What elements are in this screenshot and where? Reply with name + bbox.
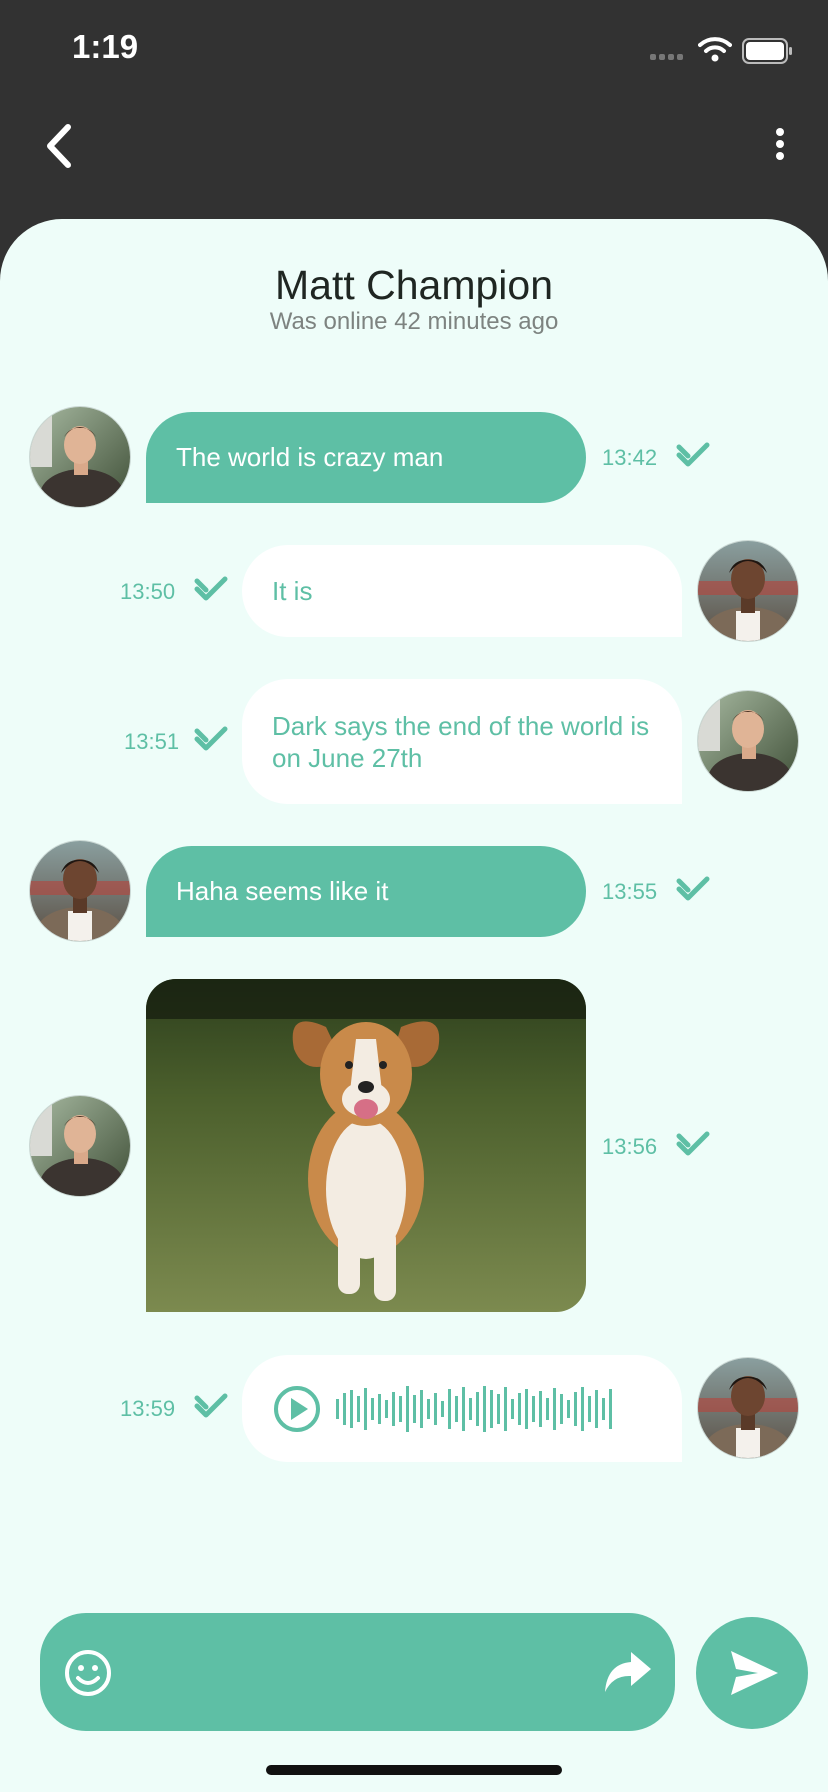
message-time: 13:56 <box>602 1134 658 1159</box>
voice-message-bubble[interactable] <box>242 1355 682 1462</box>
battery-icon <box>742 38 792 64</box>
home-indicator <box>266 1765 562 1775</box>
double-check-icon <box>194 1393 228 1418</box>
double-check-icon <box>194 726 228 751</box>
message-bubble[interactable]: Dark says the end of the world is on Jun… <box>242 679 682 804</box>
chevron-left-icon <box>47 124 71 168</box>
message-time: 13:42 <box>602 445 658 470</box>
double-check-icon <box>676 1131 710 1156</box>
message-bubble[interactable]: It is <box>242 545 682 637</box>
avatar-matt[interactable] <box>698 691 798 791</box>
wifi-icon <box>698 37 732 62</box>
more-options-button[interactable] <box>762 120 798 176</box>
message-bubble[interactable]: The world is crazy man <box>146 412 586 503</box>
cellular-signal-icon <box>650 54 683 60</box>
double-check-icon <box>676 876 710 901</box>
avatar-matt[interactable] <box>30 1096 130 1196</box>
contact-name: Matt Champion <box>274 262 553 308</box>
message-text: It is <box>272 576 313 606</box>
play-circle-icon[interactable] <box>272 1384 322 1434</box>
avatar-other[interactable] <box>30 841 130 941</box>
message-input[interactable] <box>40 1613 675 1731</box>
message-time: 13:59 <box>120 1396 176 1421</box>
message-text: Dark says the end of the world is on Jun… <box>272 710 650 773</box>
avatar-other[interactable] <box>698 541 798 641</box>
audio-waveform-icon[interactable] <box>336 1384 620 1434</box>
forward-arrow-icon[interactable] <box>601 1650 653 1694</box>
send-button[interactable] <box>696 1617 808 1729</box>
message-bubble[interactable]: Haha seems like it <box>146 846 586 937</box>
message-time: 13:50 <box>120 579 176 604</box>
send-icon <box>731 1651 778 1695</box>
smiley-icon[interactable] <box>63 1648 113 1698</box>
avatar-matt[interactable] <box>30 407 130 507</box>
running-dog-photo[interactable] <box>146 979 586 1312</box>
message-text: Haha seems like it <box>176 876 389 906</box>
more-vertical-icon <box>776 128 784 160</box>
double-check-icon <box>676 442 710 467</box>
contact-status: Was online 42 minutes ago <box>269 308 559 335</box>
message-time: 13:51 <box>124 729 180 754</box>
avatar-other[interactable] <box>698 1358 798 1458</box>
message-text: The world is crazy man <box>176 442 444 472</box>
message-time: 13:55 <box>602 879 658 904</box>
status-time: 1:19 <box>72 28 139 65</box>
back-button[interactable] <box>38 118 88 174</box>
double-check-icon <box>194 576 228 601</box>
